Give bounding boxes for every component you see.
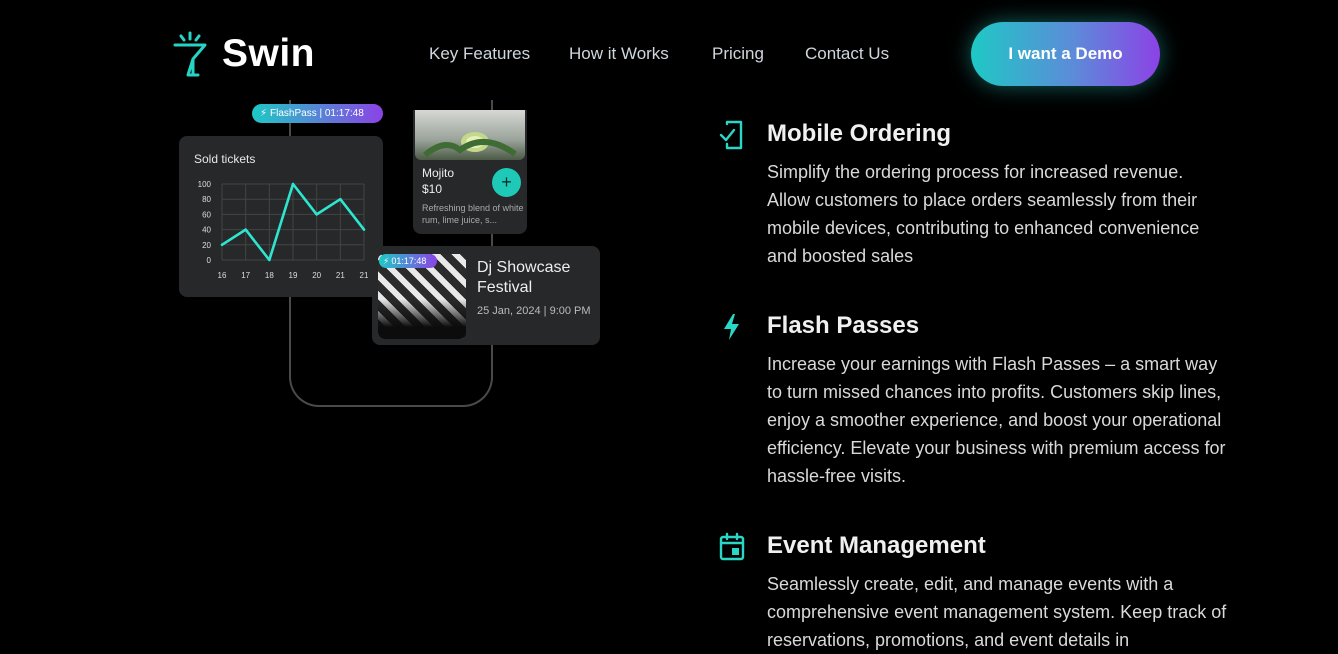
- feature-title: Event Management: [767, 532, 986, 559]
- y-tick-label: 80: [202, 195, 211, 204]
- mobile-check-icon: [719, 120, 743, 150]
- y-tick-label: 0: [207, 256, 212, 265]
- cocktail-glass-icon: [173, 31, 207, 77]
- drink-description: Refreshing blend of white rum, lime juic…: [422, 203, 524, 225]
- sold-tickets-chart: 100 80 60 40 20 0 16 17 18 19 20 21 21: [198, 180, 369, 280]
- logo[interactable]: Swin: [172, 30, 315, 78]
- data-point: [339, 198, 342, 201]
- data-point: [268, 258, 271, 262]
- drink-price: $10: [422, 182, 443, 196]
- y-tick-label: 100: [198, 180, 212, 189]
- x-tick-label: 20: [312, 271, 321, 280]
- data-point: [291, 182, 295, 186]
- drink-name: Mojito: [422, 166, 455, 180]
- data-point: [244, 228, 247, 231]
- x-tick-label: 19: [289, 271, 298, 280]
- lightning-icon: ⚡︎: [383, 255, 390, 266]
- brand-name: Swin: [222, 32, 316, 75]
- calendar-icon: [719, 532, 745, 561]
- x-tick-label: 21: [336, 271, 345, 280]
- x-tick-label: 21: [360, 271, 369, 280]
- flashpass-badge: ⚡︎ FlashPass | 01:17:48: [252, 104, 383, 123]
- mojito-photo: [423, 132, 517, 158]
- x-tick-label: 18: [265, 271, 274, 280]
- y-tick-label: 20: [202, 241, 211, 250]
- nav-pricing[interactable]: Pricing: [712, 44, 764, 64]
- feature-description: Increase your earnings with Flash Passes…: [767, 354, 1226, 486]
- x-tick-label: 16: [218, 271, 227, 280]
- mojito-image: [415, 110, 525, 160]
- drink-card[interactable]: Mojito $10 + Refreshing blend of white r…: [413, 110, 527, 234]
- y-tick-label: 40: [202, 226, 211, 235]
- add-drink-button[interactable]: +: [492, 168, 521, 197]
- nav-how-it-works[interactable]: How it Works: [569, 44, 669, 64]
- event-timer-badge: ⚡︎ 01:17:48: [379, 254, 437, 268]
- plus-icon: +: [501, 172, 512, 192]
- data-point: [362, 228, 366, 231]
- lightning-icon: ⚡︎: [260, 108, 268, 119]
- nav-key-features[interactable]: Key Features: [429, 44, 530, 64]
- data-point: [220, 243, 224, 246]
- y-tick-label: 60: [202, 210, 211, 219]
- feature-description: Seamlessly create, edit, and manage even…: [767, 574, 1227, 650]
- sold-tickets-card: Sold tickets 100 80 60 40 20 0 16 17 18 19 20 21 21: [179, 136, 383, 297]
- event-date: 25 Jan, 2024 | 9:00 PM: [477, 305, 591, 317]
- event-timer-text: 01:17:48: [391, 256, 427, 266]
- event-title: Dj Showcase Festival: [477, 259, 571, 296]
- flashpass-badge-text: FlashPass | 01:17:48: [270, 108, 364, 119]
- nav-contact-us[interactable]: Contact Us: [805, 44, 889, 64]
- x-tick-label: 17: [241, 271, 250, 280]
- data-point: [315, 213, 318, 216]
- demo-button[interactable]: I want a Demo: [971, 22, 1160, 86]
- feature-description: Simplify the ordering process for increa…: [767, 162, 1200, 266]
- lightning-icon: [724, 314, 739, 340]
- feature-title: Flash Passes: [767, 312, 920, 339]
- event-card[interactable]: ⚡︎ 01:17:48 Dj Showcase Festival 25 Jan,…: [372, 246, 600, 345]
- feature-title: Mobile Ordering: [767, 120, 952, 147]
